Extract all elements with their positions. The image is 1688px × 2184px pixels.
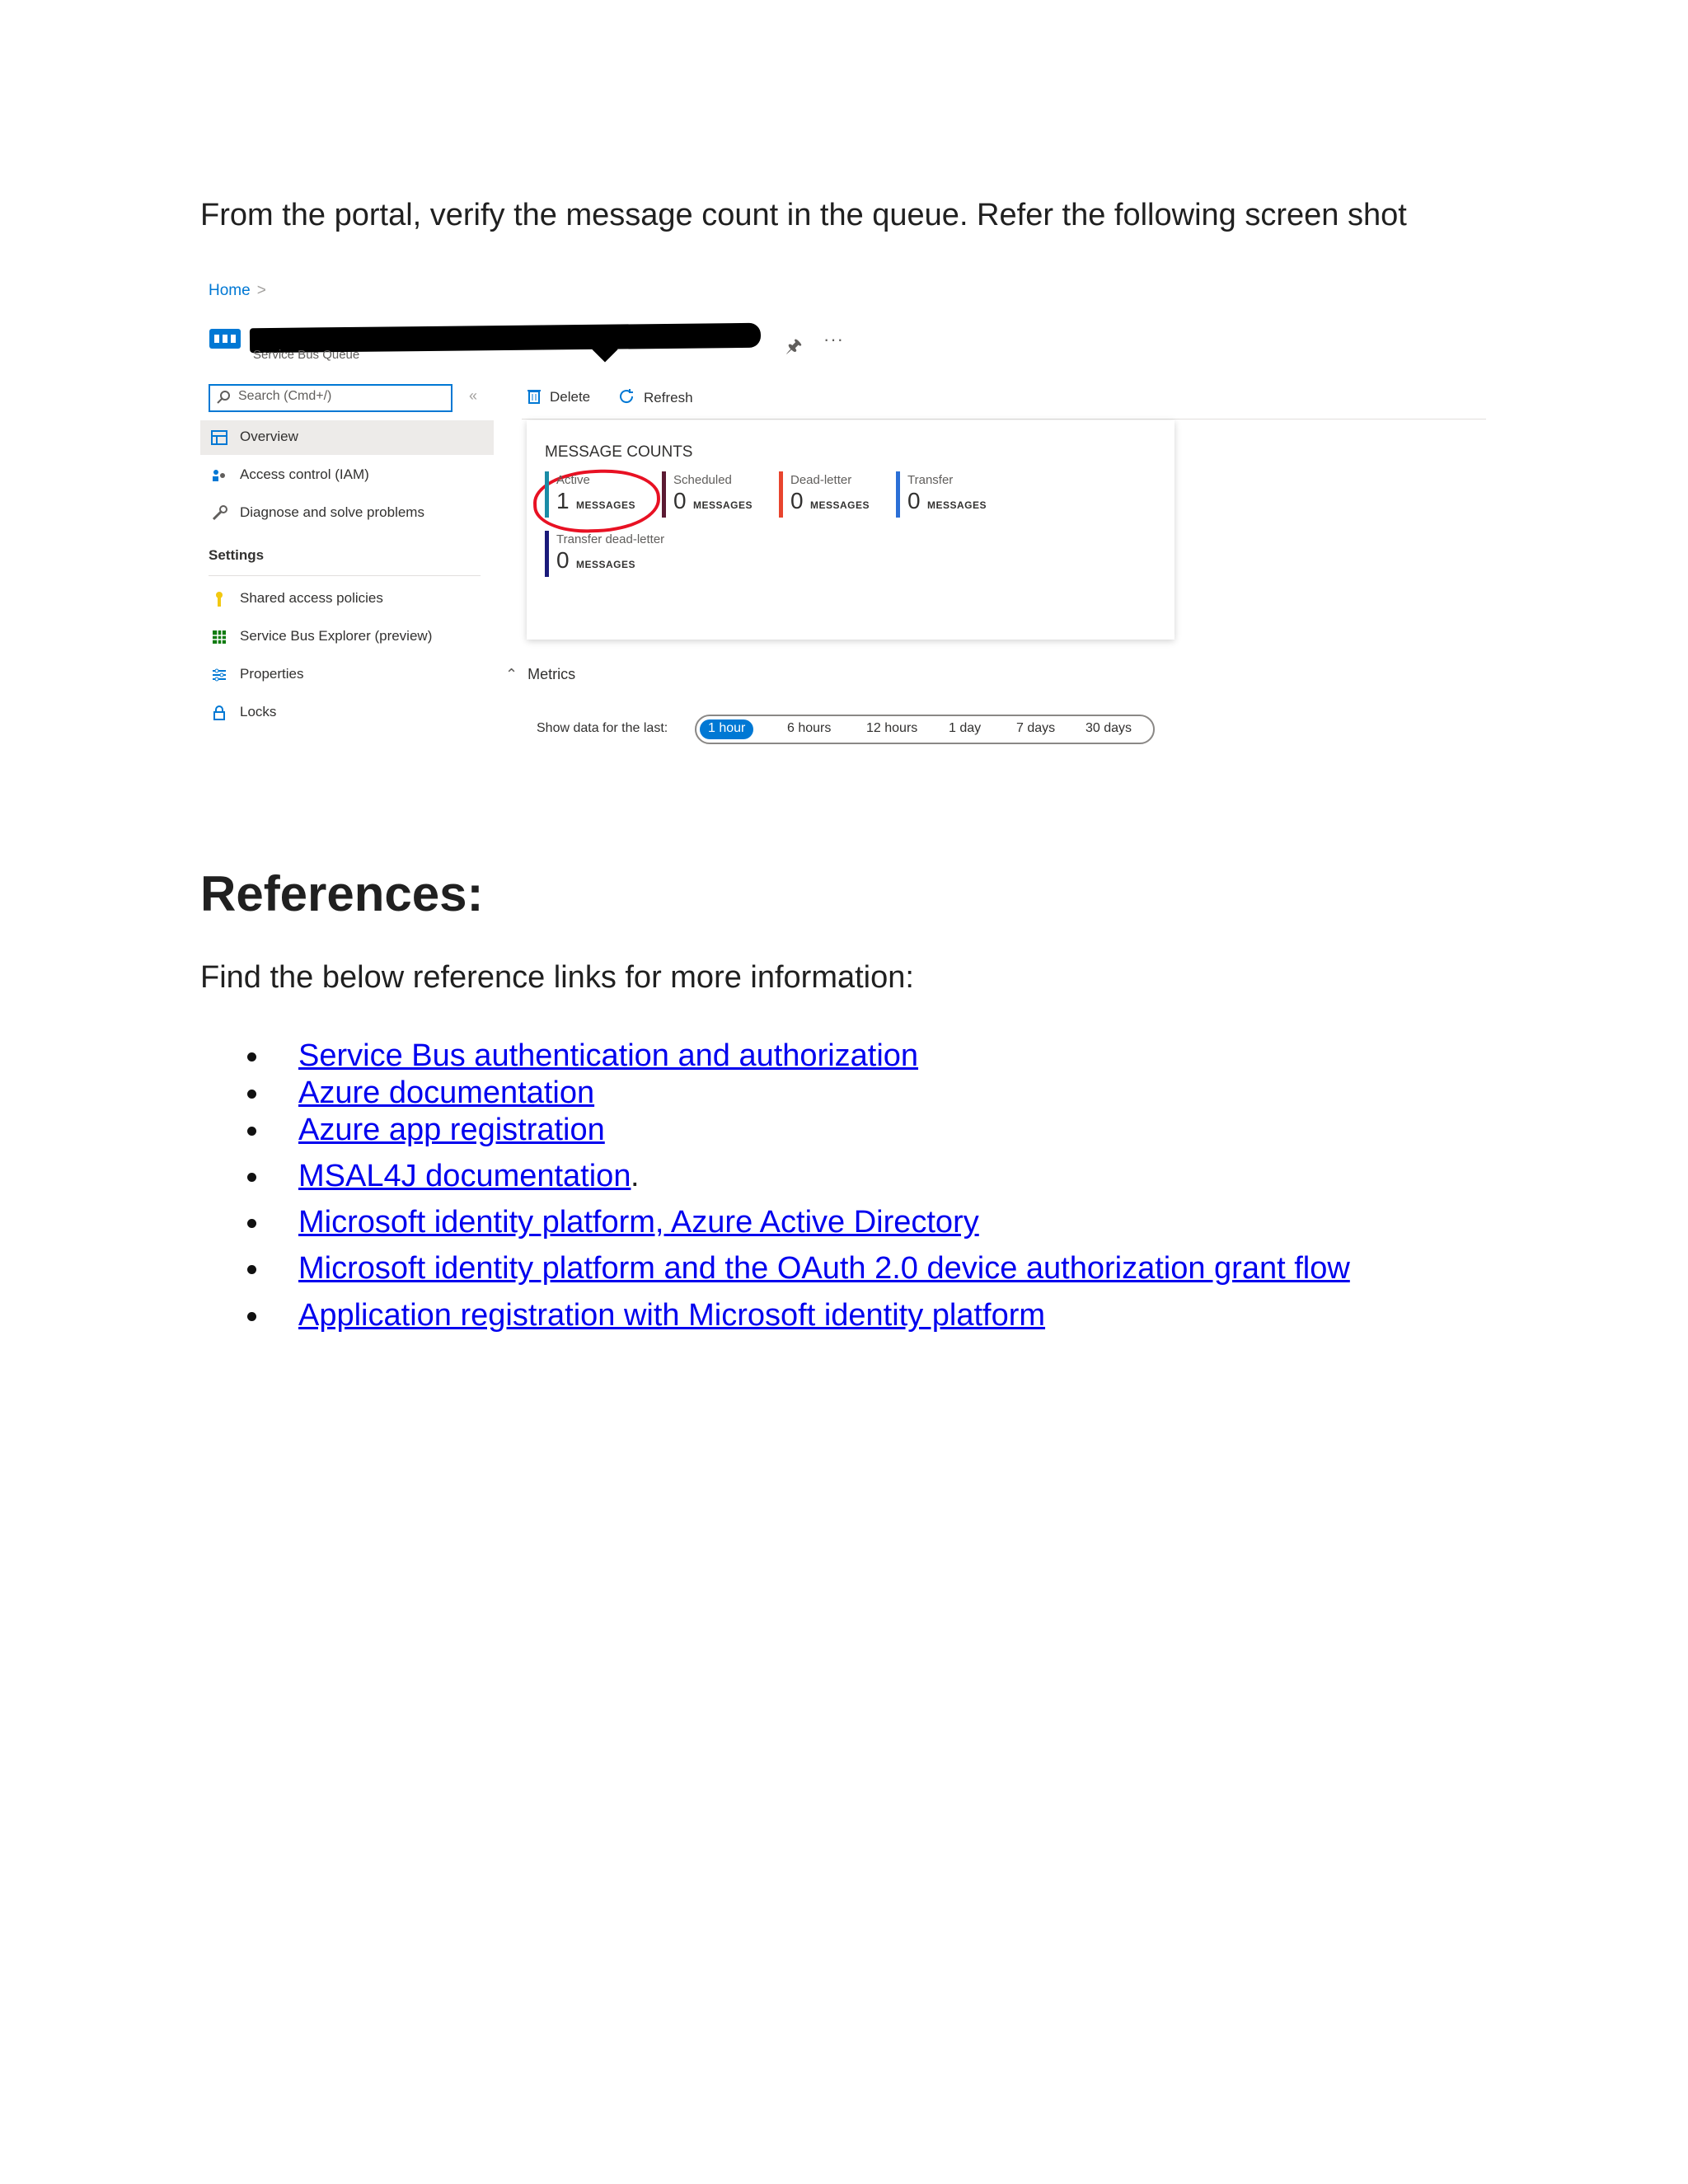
refresh-icon (620, 389, 634, 404)
time-range-option[interactable]: 6 hours (779, 719, 839, 739)
references-heading: References: (200, 866, 484, 921)
count-color-bar (545, 471, 549, 518)
metrics-toggle[interactable]: ⌃ Metrics (505, 666, 575, 683)
collapse-menu-icon[interactable]: « (469, 387, 477, 405)
count-unit: MESSAGES (693, 499, 753, 511)
count-value: 0 (907, 488, 921, 513)
bullet-icon (247, 1052, 256, 1062)
trash-icon (528, 390, 541, 404)
count-value: 1 (556, 488, 570, 513)
overview-icon (211, 430, 227, 445)
bullet-icon (247, 1090, 256, 1099)
reference-link[interactable]: Service Bus authentication and authoriza… (298, 1038, 918, 1074)
reference-link[interactable]: Microsoft identity platform and the OAut… (298, 1251, 1350, 1286)
sidebar-item-label: Diagnose and solve problems (240, 504, 424, 520)
sidebar-item-locks[interactable]: Locks (200, 696, 494, 730)
bullet-icon (247, 1173, 256, 1182)
bullet-icon (247, 1312, 256, 1321)
references-intro: Find the below reference links for more … (200, 960, 914, 995)
count-unit: MESSAGES (576, 499, 636, 511)
reference-link[interactable]: Azure documentation (298, 1076, 594, 1111)
message-count-dead-letter: Dead-letter 0 MESSAGES (779, 471, 894, 521)
breadcrumb-separator: > (256, 282, 266, 299)
count-unit: MESSAGES (927, 499, 987, 511)
message-count-transfer-dead-letter: Transfer dead-letter 0 MESSAGES (545, 531, 664, 580)
sidebar-item-label: Access control (IAM) (240, 466, 369, 482)
count-label: Transfer (907, 473, 954, 487)
sidebar-item-overview[interactable]: Overview (200, 420, 494, 455)
section-divider (209, 575, 481, 576)
pin-icon[interactable]: 🖈 (785, 332, 802, 363)
count-value: 0 (673, 488, 687, 513)
sidebar-item-label: Service Bus Explorer (preview) (240, 628, 433, 644)
breadcrumb: Home > (209, 282, 266, 300)
count-unit: MESSAGES (576, 559, 636, 570)
sidebar-item-shared-access-policies[interactable]: Shared access policies (200, 582, 494, 616)
grid-icon (213, 630, 226, 644)
sidebar-item-diagnose[interactable]: Diagnose and solve problems (200, 496, 494, 531)
properties-icon (213, 668, 226, 682)
message-count-active: Active 1 MESSAGES (545, 471, 660, 521)
count-color-bar (779, 471, 783, 518)
bullet-icon (247, 1219, 256, 1228)
time-range-option[interactable]: 1 hour (700, 719, 754, 739)
resource-type-label: Service Bus Queue (253, 348, 360, 362)
refresh-button[interactable]: Refresh (617, 387, 693, 406)
more-options-icon[interactable]: ··· (823, 329, 844, 350)
breadcrumb-home[interactable]: Home (209, 282, 251, 299)
sidebar-item-properties[interactable]: Properties (200, 658, 494, 692)
reference-link[interactable]: Microsoft identity platform, Azure Activ… (298, 1205, 979, 1240)
message-counts-title: MESSAGE COUNTS (545, 443, 693, 461)
count-value: 0 (790, 488, 804, 513)
time-range-label: Show data for the last: (537, 721, 668, 735)
time-range-selector: 1 hour 6 hours 12 hours 1 day 7 days 30 days (695, 715, 1155, 744)
time-range-option[interactable]: 1 day (940, 719, 989, 739)
message-counts-card: MESSAGE COUNTS Active 1 MESSAGES Scheduled 0… (527, 420, 1175, 640)
count-value: 0 (556, 547, 570, 573)
count-label: Scheduled (673, 473, 732, 487)
time-range-option[interactable]: 12 hours (858, 719, 926, 739)
sidebar-item-label: Locks (240, 704, 277, 719)
lock-icon (213, 705, 225, 720)
metrics-label: Metrics (528, 666, 576, 682)
portal-screenshot: Home > 🖈 ··· Service Bus Queue Search (Cm… (200, 272, 1486, 775)
sidebar-item-label: Properties (240, 666, 304, 682)
search-icon (217, 391, 230, 404)
count-label: Transfer dead-letter (556, 532, 665, 546)
sidebar-item-access-control[interactable]: Access control (IAM) (200, 458, 494, 493)
reference-link[interactable]: Application registration with Microsoft … (298, 1298, 1045, 1333)
search-placeholder: Search (Cmd+/) (238, 389, 332, 403)
key-icon (216, 592, 223, 607)
time-range-option[interactable]: 7 days (1008, 719, 1063, 739)
delete-label: Delete (550, 389, 591, 405)
count-color-bar (896, 471, 900, 518)
bullet-icon (247, 1127, 256, 1136)
people-icon (213, 470, 225, 481)
link-trailing-punctuation: . (631, 1159, 640, 1193)
refresh-label: Refresh (644, 390, 693, 405)
chevron-up-icon: ⌃ (505, 666, 518, 682)
bullet-icon (247, 1265, 256, 1274)
count-color-bar (662, 471, 666, 518)
count-color-bar (545, 531, 549, 577)
time-range-option[interactable]: 30 days (1077, 719, 1140, 739)
search-input[interactable]: Search (Cmd+/) (209, 384, 452, 412)
count-unit: MESSAGES (810, 499, 870, 511)
count-label: Active (556, 473, 590, 487)
message-count-transfer: Transfer 0 MESSAGES (896, 471, 1011, 521)
settings-section-header: Settings (209, 547, 265, 563)
reference-link[interactable]: Azure app registration (298, 1113, 605, 1148)
service-bus-queue-icon (209, 329, 241, 349)
sidebar-item-label: Overview (240, 429, 298, 444)
sidebar-item-label: Shared access policies (240, 590, 383, 606)
reference-link[interactable]: MSAL4J documentation (298, 1159, 631, 1194)
message-count-scheduled: Scheduled 0 MESSAGES (662, 471, 777, 521)
wrench-icon (212, 505, 227, 521)
sidebar-item-service-bus-explorer[interactable]: Service Bus Explorer (preview) (200, 620, 494, 654)
delete-button[interactable]: Delete (527, 387, 590, 405)
count-label: Dead-letter (790, 473, 852, 487)
intro-paragraph: From the portal, verify the message coun… (200, 198, 1407, 232)
